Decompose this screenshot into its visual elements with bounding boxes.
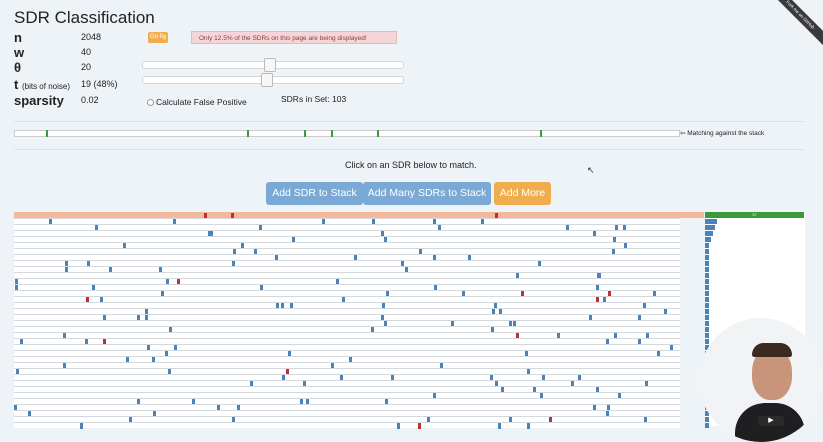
- overlap-score-bar: [705, 315, 709, 320]
- matching-label: ⇦ Matching against the stack: [680, 130, 765, 137]
- stack-bit: [540, 130, 542, 137]
- overlap-score-bar: [705, 279, 709, 284]
- stack-bit: [46, 130, 48, 137]
- overlap-score-bar: [705, 321, 709, 326]
- overlap-score-bar: [705, 297, 709, 302]
- sdr-bit: [418, 423, 421, 429]
- stack-bit: [331, 130, 333, 137]
- overlap-score-bar: [705, 261, 709, 266]
- go-button[interactable]: Go fig: [148, 32, 168, 43]
- theta-slider-handle[interactable]: [264, 58, 276, 72]
- divider-bottom: [14, 149, 804, 150]
- grid-header-cap: [680, 212, 704, 218]
- overlap-score-bar: [705, 243, 709, 248]
- sdr-bit: [80, 423, 83, 429]
- overlap-score-bar: [705, 327, 709, 332]
- stack-bit: [377, 130, 379, 137]
- divider-top: [14, 121, 804, 122]
- param-t-label: t (bits of noise): [14, 77, 70, 92]
- param-n-label: n: [14, 30, 22, 45]
- param-n-value: 2048: [81, 32, 102, 42]
- param-t-value: 19 (48%): [81, 79, 118, 89]
- presenter-hair: [752, 343, 792, 357]
- overlap-score-bar: [705, 333, 709, 338]
- param-sparsity-label: sparsity: [14, 93, 64, 108]
- add-many-sdrs-button[interactable]: Add Many SDRs to Stack: [363, 182, 491, 205]
- overlap-score-bar: [705, 255, 709, 260]
- theta-slider[interactable]: [142, 58, 404, 72]
- sdr-bit: [397, 423, 400, 429]
- noise-slider[interactable]: [142, 73, 404, 87]
- overlap-score-bar: [705, 219, 717, 224]
- overlap-score-bar: [705, 225, 715, 230]
- score-header-bar: 37: [705, 212, 804, 218]
- overlap-score-bar: [705, 291, 709, 296]
- overlap-score-bar: [705, 417, 709, 422]
- overlap-score-bar: [705, 273, 709, 278]
- add-more-button[interactable]: Add More: [494, 182, 551, 205]
- sdr-bit: [527, 423, 530, 429]
- param-t-letter: t: [14, 77, 19, 92]
- param-w-label: w: [14, 45, 25, 60]
- mouse-cursor-icon: ↖: [587, 165, 595, 175]
- click-hint: Click on an SDR below to match.: [345, 160, 477, 170]
- overlap-score-bar: [705, 237, 711, 242]
- param-theta-label: θ: [14, 60, 22, 75]
- stack-bit: [247, 130, 249, 137]
- overlap-score-bar: [705, 267, 709, 272]
- play-icon[interactable]: ▶: [758, 416, 784, 426]
- display-alert: Only 12.5% of the SDRs on this page are …: [191, 31, 397, 44]
- sdr-grid[interactable]: [14, 212, 680, 429]
- stack-sdr-bar: [14, 130, 680, 137]
- sdrs-in-set-count: SDRs in Set: 103: [281, 94, 347, 104]
- overlap-score-bar: [705, 303, 709, 308]
- github-ribbon[interactable]: Fork me on GitHub: [764, 0, 823, 51]
- noise-slider-handle[interactable]: [261, 73, 273, 87]
- overlap-score-bar: [705, 309, 709, 314]
- false-positive-option[interactable]: Calculate False Positive: [147, 97, 247, 107]
- param-w-value: 40: [81, 47, 92, 57]
- sdr-bit: [498, 423, 501, 429]
- false-positive-radio[interactable]: [147, 99, 154, 107]
- add-sdr-to-stack-button[interactable]: Add SDR to Stack: [266, 182, 363, 205]
- overlap-score-bar: [705, 339, 709, 344]
- param-theta-value: 20: [81, 62, 92, 72]
- param-t-sublabel: (bits of noise): [21, 82, 70, 91]
- sdr-row[interactable]: [14, 422, 680, 429]
- false-positive-label: Calculate False Positive: [156, 97, 247, 107]
- overlap-score-bar: [705, 231, 713, 236]
- overlap-score-bar: [705, 249, 709, 254]
- overlap-score-bar: [705, 285, 709, 290]
- param-sparsity-value: 0.02: [81, 95, 99, 105]
- page-title: SDR Classification: [14, 8, 155, 27]
- stack-bit: [304, 130, 306, 137]
